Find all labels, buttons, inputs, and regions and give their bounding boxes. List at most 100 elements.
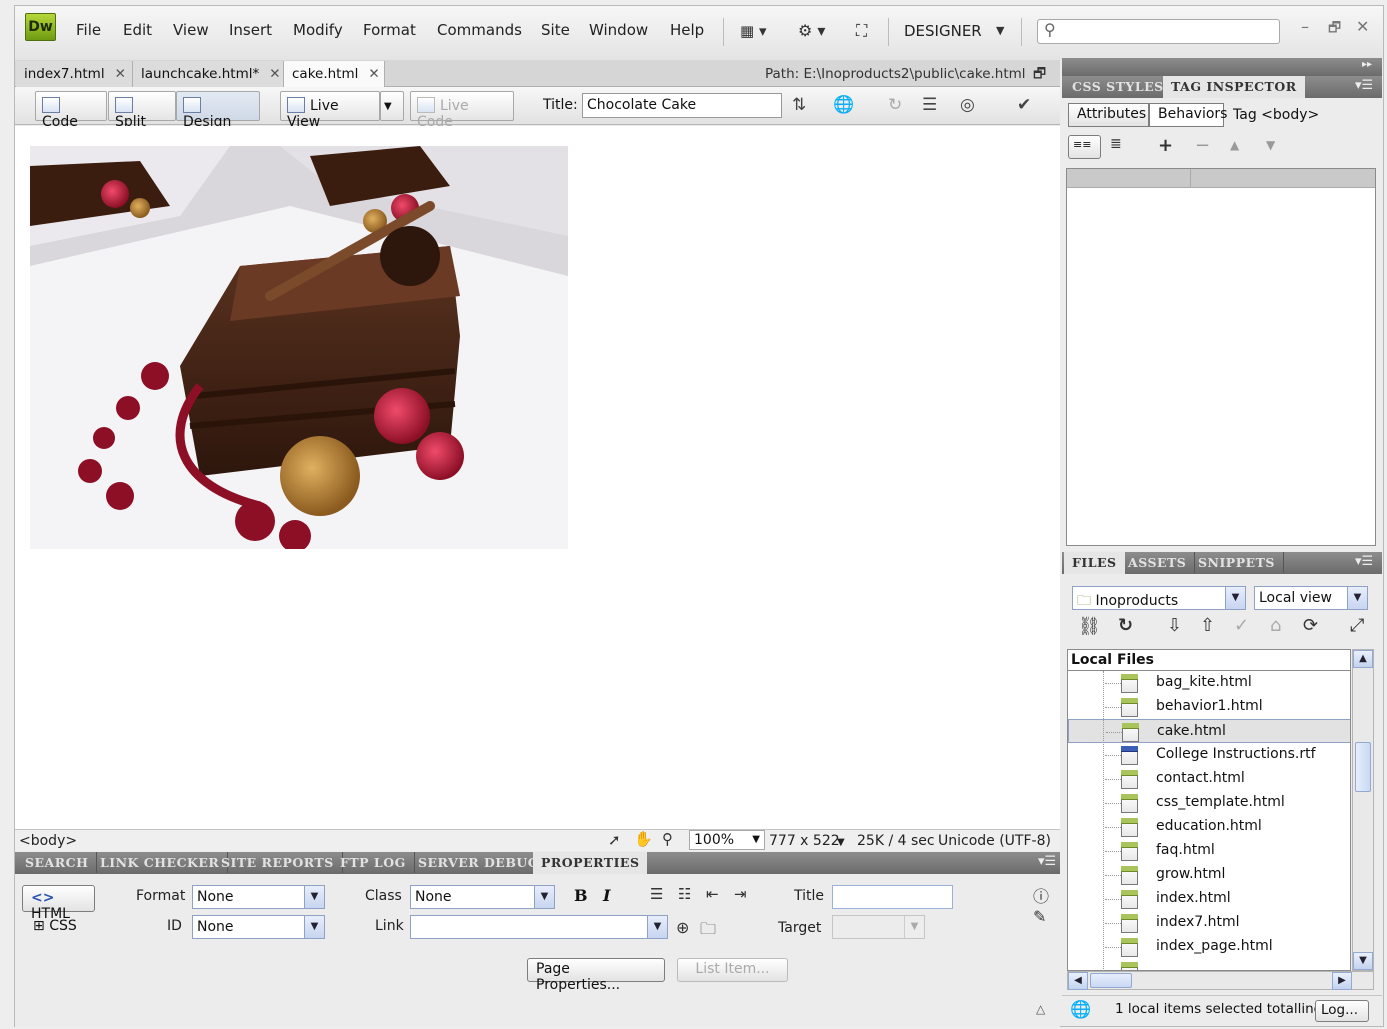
menu-site[interactable]: Site — [541, 21, 570, 39]
tab-site-reports[interactable]: SITE REPORTS — [213, 852, 343, 873]
collapse-icon[interactable]: ▸▸ — [1362, 59, 1372, 70]
menu-window[interactable]: Window — [589, 21, 648, 39]
refresh-icon[interactable]: ↻ — [1118, 615, 1133, 636]
point-to-file-icon[interactable]: ⊕ — [676, 918, 689, 937]
list-item[interactable]: cake.html — [1068, 719, 1350, 743]
tab-cake[interactable]: cake.html ✕ — [284, 61, 385, 87]
tab-link-checker[interactable]: LINK CHECKER — [92, 852, 229, 873]
unordered-list-icon[interactable]: ☰ — [650, 885, 663, 903]
list-item[interactable]: behavior1.html — [1068, 695, 1350, 719]
list-item[interactable]: bag_kite.html — [1068, 671, 1350, 695]
behaviors-tab[interactable]: Behaviors — [1149, 103, 1227, 127]
tab-tag-inspector[interactable]: TAG INSPECTOR — [1163, 76, 1305, 98]
close-icon[interactable]: ✕ — [115, 66, 126, 82]
preview-browser-icon[interactable]: 🌐 — [833, 95, 854, 115]
page-title-input[interactable]: Chocolate Cake — [582, 93, 782, 118]
restore-button[interactable]: 🗗 — [1328, 17, 1341, 41]
tab-files[interactable]: FILES — [1064, 552, 1125, 574]
check-out-icon[interactable]: ✓ — [1234, 615, 1249, 636]
tab-ftp-log[interactable]: FTP LOG — [332, 852, 415, 873]
scroll-up-icon[interactable]: ▲ — [1353, 650, 1373, 668]
link-title-input[interactable] — [832, 885, 953, 909]
attributes-tab[interactable]: Attributes — [1068, 103, 1149, 127]
remove-behavior-icon[interactable]: − — [1195, 135, 1210, 156]
show-all-events-icon[interactable]: ≣ — [1110, 136, 1122, 152]
scroll-thumb[interactable] — [1355, 742, 1371, 792]
list-item[interactable]: faq.html — [1068, 839, 1350, 863]
html-mode-button[interactable]: <> HTML — [22, 885, 95, 922]
indent-icon[interactable]: ⇥ — [734, 885, 747, 903]
quick-tag-editor-icon[interactable]: ✎ — [1033, 907, 1046, 926]
local-files-list[interactable]: Local Files bag_kite.html behavior1.html… — [1067, 649, 1351, 971]
expand-site-icon[interactable]: ⤢ — [1350, 615, 1364, 636]
get-files-icon[interactable]: ⇩ — [1167, 615, 1182, 636]
menu-view[interactable]: View — [173, 21, 209, 39]
move-down-icon[interactable]: ▼ — [1266, 138, 1275, 152]
page-properties-button[interactable]: Page Properties... — [527, 958, 665, 993]
scroll-left-icon[interactable]: ◀ — [1068, 972, 1088, 990]
link-input[interactable]: ▼ — [410, 915, 668, 939]
workspace-switcher[interactable]: DESIGNER — [904, 22, 982, 40]
files-vertical-scrollbar[interactable]: ▲ ▼ — [1352, 649, 1374, 971]
refresh-icon[interactable]: ↻ — [888, 95, 902, 115]
chocolate-cake-image[interactable] — [30, 146, 568, 549]
scroll-down-icon[interactable]: ▼ — [1353, 952, 1373, 970]
tag-selector[interactable]: <body> — [19, 833, 77, 849]
behaviors-list[interactable] — [1066, 168, 1376, 546]
show-set-events-button[interactable]: ≡≡ — [1068, 135, 1101, 159]
menu-insert[interactable]: Insert — [229, 21, 272, 39]
tab-index7[interactable]: index7.html ✕ — [16, 61, 133, 87]
synchronize-icon[interactable]: ⟳ — [1303, 615, 1318, 636]
panel-options-icon[interactable]: ▾☰ — [1355, 78, 1373, 93]
help-search-input[interactable] — [1037, 19, 1280, 44]
menu-commands[interactable]: Commands — [437, 21, 522, 39]
list-item[interactable]: education.html — [1068, 815, 1350, 839]
menu-format[interactable]: Format — [363, 21, 416, 39]
tab-search[interactable]: SEARCH — [17, 852, 98, 873]
close-icon[interactable]: ✕ — [368, 66, 379, 82]
menu-edit[interactable]: Edit — [123, 21, 152, 39]
expand-panel-icon[interactable]: △ — [1036, 1002, 1045, 1016]
list-item[interactable]: College Instructions.rtf — [1068, 743, 1350, 767]
menu-file[interactable]: File — [76, 21, 101, 39]
design-view-button[interactable]: Design — [176, 91, 260, 130]
folder-icon[interactable]: 🗀 — [700, 918, 716, 945]
menu-modify[interactable]: Modify — [293, 21, 343, 39]
add-behavior-icon[interactable]: + — [1158, 135, 1173, 156]
visual-aids-icon[interactable]: ◎ — [960, 95, 975, 115]
minimize-button[interactable]: – — [1301, 17, 1309, 36]
close-icon[interactable]: ✕ — [269, 66, 280, 82]
move-up-icon[interactable]: ▲ — [1230, 138, 1239, 152]
log-button[interactable]: Log... — [1315, 1000, 1369, 1022]
view-options-icon[interactable]: ☰ — [922, 95, 937, 115]
pointer-tool-icon[interactable]: ➚ — [608, 831, 621, 849]
tab-properties[interactable]: PROPERTIES — [533, 852, 648, 874]
tab-assets[interactable]: ASSETS — [1120, 552, 1196, 573]
id-select[interactable]: None ▼ — [192, 915, 325, 939]
format-select[interactable]: None ▼ — [192, 885, 325, 909]
split-view-button[interactable]: Split — [108, 91, 176, 130]
help-icon[interactable]: ⓘ — [1033, 883, 1049, 907]
panel-options-icon[interactable]: ▾☰ — [1355, 554, 1373, 569]
class-select[interactable]: None ▼ — [410, 885, 555, 909]
target-select[interactable]: ▼ — [832, 915, 925, 939]
list-item[interactable]: contact.html — [1068, 767, 1350, 791]
scroll-thumb[interactable] — [1090, 973, 1132, 988]
view-select[interactable]: Local view ▼ — [1254, 586, 1368, 610]
outdent-icon[interactable]: ⇤ — [706, 885, 719, 903]
list-item[interactable]: css_template.html — [1068, 791, 1350, 815]
site-select[interactable]: 🗀 Inoproducts ▼ — [1072, 586, 1246, 610]
css-mode-button[interactable]: ⊞ CSS — [33, 918, 77, 934]
chevron-down-icon[interactable]: ▼ — [996, 24, 1004, 37]
extend-icon[interactable]: ⚙ ▾ — [798, 21, 825, 40]
ordered-list-icon[interactable]: ☷ — [678, 885, 691, 903]
file-management-icon[interactable]: ⇅ — [792, 95, 806, 115]
code-view-button[interactable]: Code — [35, 91, 107, 130]
list-item[interactable]: index7.html — [1068, 911, 1350, 935]
live-view-dropdown[interactable]: ▼ — [380, 91, 404, 121]
menu-help[interactable]: Help — [670, 21, 704, 39]
check-browser-icon[interactable]: ✔ — [1017, 95, 1031, 115]
restore-doc-icon[interactable]: 🗗 — [1033, 63, 1046, 87]
connect-icon[interactable]: ⛓ — [1078, 616, 1101, 637]
hand-tool-icon[interactable]: ✋ — [634, 830, 653, 848]
